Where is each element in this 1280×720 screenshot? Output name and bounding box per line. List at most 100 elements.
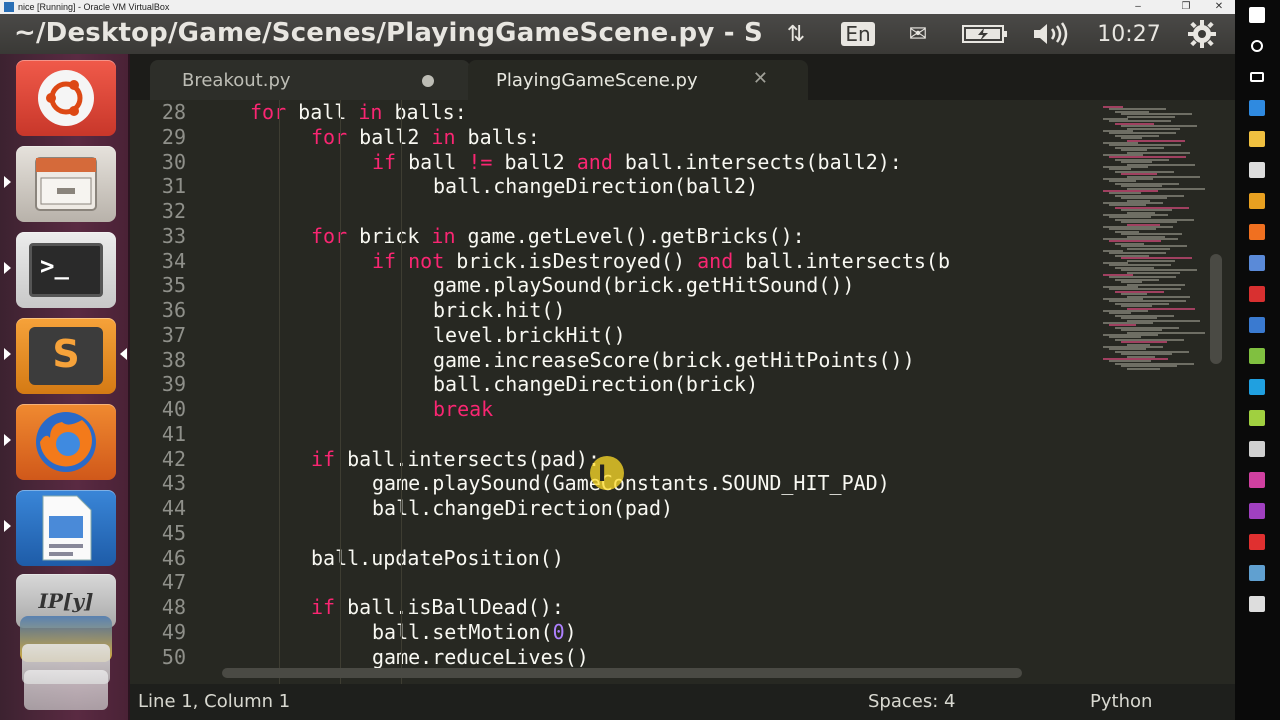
code-area[interactable]: for ball in balls: for ball2 in balls: if … xyxy=(220,100,1100,690)
code-token: ) xyxy=(564,619,577,644)
skype-icon[interactable] xyxy=(1245,376,1269,398)
unsaved-dot-icon[interactable] xyxy=(422,75,434,87)
code-token: game.reduceLives() xyxy=(372,644,589,669)
clock[interactable]: 10:27 xyxy=(1092,20,1166,48)
code-token: ball.intersects(b xyxy=(733,248,951,273)
minimap-row xyxy=(1127,247,1170,250)
line-number: 37 xyxy=(161,322,186,347)
edge-icon[interactable] xyxy=(1245,97,1269,119)
launcher-firefox[interactable] xyxy=(16,404,116,480)
virtualbox-icon-glyph xyxy=(1249,255,1265,271)
code-line[interactable]: game.playSound(brick.getHitSound()) xyxy=(220,273,1100,298)
keyboard-layout-indicator[interactable]: En xyxy=(836,20,880,48)
line-number: 36 xyxy=(161,298,186,322)
tab-label: PlayingGameScene.py xyxy=(496,69,698,91)
close-icon[interactable]: ✕ xyxy=(753,68,768,89)
code-line[interactable]: ball.changeDirection(pad) xyxy=(220,496,1100,521)
store-icon-glyph xyxy=(1249,162,1265,178)
minimap-row xyxy=(1127,127,1180,130)
launcher-terminal[interactable]: >_ xyxy=(16,232,116,308)
running-indicator xyxy=(4,348,11,360)
ipython-icon: IP[y] xyxy=(38,589,94,613)
minimap[interactable] xyxy=(1095,100,1205,690)
notepad-icon[interactable] xyxy=(1245,407,1269,429)
pdf-icon[interactable] xyxy=(1245,531,1269,553)
line-number: 41 xyxy=(161,421,186,446)
line-number: 31 xyxy=(161,174,186,199)
file-explorer-icon[interactable] xyxy=(1245,128,1269,150)
code-line[interactable]: for ball2 in balls: xyxy=(220,125,1100,150)
minimap-row xyxy=(1127,115,1175,118)
file-explorer-icon-glyph xyxy=(1249,131,1265,147)
indentation-setting[interactable]: Spaces: 4 xyxy=(868,691,955,712)
task-view-icon[interactable] xyxy=(1245,66,1269,88)
code-line[interactable] xyxy=(220,199,1100,224)
volume-icon[interactable] xyxy=(1030,20,1074,48)
code-line[interactable] xyxy=(220,521,1100,546)
code-line[interactable]: ball.changeDirection(brick) xyxy=(220,372,1100,397)
code-line[interactable]: if ball.intersects(pad): xyxy=(220,447,1100,472)
battery-icon[interactable] xyxy=(960,20,1010,48)
chrome-icon-glyph xyxy=(1249,193,1265,209)
code-line[interactable]: game.reduceLives() xyxy=(220,645,1100,670)
mail-icon[interactable]: ✉ xyxy=(898,20,938,48)
tab-playing-game-scene[interactable]: PlayingGameScene.py ✕ xyxy=(468,60,808,100)
code-line[interactable]: for brick in game.getLevel().getBricks()… xyxy=(220,224,1100,249)
keyword-token: for xyxy=(250,100,287,124)
code-token: ball.intersects(pad): xyxy=(335,446,600,471)
app-blue-icon[interactable] xyxy=(1245,314,1269,336)
launcher-libreoffice-impress[interactable] xyxy=(16,490,116,566)
code-line[interactable]: ball.changeDirection(ball2) xyxy=(220,174,1100,199)
launcher-files[interactable] xyxy=(16,146,116,222)
code-line[interactable]: ball.setMotion(0) xyxy=(220,620,1100,645)
indent-guide xyxy=(340,100,341,690)
horizontal-scrollbar[interactable] xyxy=(222,668,1022,678)
code-line[interactable]: if ball.isBallDead(): xyxy=(220,595,1100,620)
app-red-icon[interactable] xyxy=(1245,283,1269,305)
line-number: 44 xyxy=(161,496,186,520)
vertical-scrollbar[interactable] xyxy=(1210,254,1222,364)
syntax-setting[interactable]: Python xyxy=(1090,691,1152,712)
code-line[interactable] xyxy=(220,422,1100,447)
virtualbox-icon[interactable] xyxy=(1245,252,1269,274)
code-line[interactable]: brick.hit() xyxy=(220,298,1100,323)
windows-logo-icon[interactable] xyxy=(1245,4,1269,26)
line-number: 33 xyxy=(161,223,186,248)
code-line[interactable]: for ball in balls: xyxy=(220,100,1100,125)
launcher-sublime-text[interactable]: S xyxy=(16,318,116,394)
line-number: 30 xyxy=(161,149,186,174)
cursor-position[interactable]: Line 1, Column 1 xyxy=(138,691,290,712)
code-line[interactable]: level.brickHit() xyxy=(220,323,1100,348)
store-icon[interactable] xyxy=(1245,159,1269,181)
tab-label: Breakout.py xyxy=(182,69,291,91)
chrome-icon[interactable] xyxy=(1245,190,1269,212)
app-screen-icon[interactable] xyxy=(1245,562,1269,584)
pdf-icon-glyph xyxy=(1249,534,1265,550)
minimize-button[interactable]: – xyxy=(1124,0,1152,14)
code-line[interactable] xyxy=(220,570,1100,595)
app-pink-icon[interactable] xyxy=(1245,469,1269,491)
launcher-dash-home[interactable] xyxy=(16,60,116,136)
app-bird-icon[interactable] xyxy=(1245,438,1269,460)
running-indicator xyxy=(4,434,11,446)
code-line[interactable]: break xyxy=(220,397,1100,422)
code-line[interactable]: if ball != ball2 and ball.intersects(bal… xyxy=(220,150,1100,175)
code-line[interactable]: ball.updatePosition() xyxy=(220,546,1100,571)
gear-icon[interactable] xyxy=(1182,20,1222,48)
restore-button[interactable]: ❐ xyxy=(1172,0,1200,14)
close-button[interactable]: ✕ xyxy=(1205,0,1233,14)
code-line[interactable]: game.playSound(GameConstants.SOUND_HIT_P… xyxy=(220,471,1100,496)
skype-icon-glyph xyxy=(1249,379,1265,395)
network-arrows-icon[interactable]: ⇅ xyxy=(778,20,814,48)
tab-breakout[interactable]: Breakout.py xyxy=(150,60,470,100)
code-line[interactable]: if not brick.isDestroyed() and ball.inte… xyxy=(220,249,1100,274)
code-line[interactable]: game.increaseScore(brick.getHitPoints()) xyxy=(220,348,1100,373)
app-purple-icon[interactable] xyxy=(1245,500,1269,522)
firefox-icon[interactable] xyxy=(1245,221,1269,243)
photos-icon[interactable] xyxy=(1245,593,1269,615)
cortana-circle-icon[interactable] xyxy=(1245,35,1269,57)
app-green-icon[interactable] xyxy=(1245,345,1269,367)
launcher-stacked-app-icon[interactable] xyxy=(24,670,108,710)
code-token: ball.changeDirection(ball2) xyxy=(433,174,759,199)
terminal-icon: >_ xyxy=(29,243,103,297)
